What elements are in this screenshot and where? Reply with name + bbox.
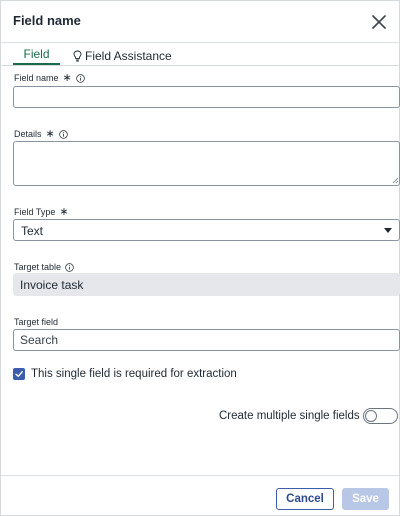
dialog-footer: Cancel Save (1, 475, 399, 516)
field-type-selected-value: Text (21, 224, 44, 238)
details-textarea[interactable] (13, 141, 400, 186)
info-icon[interactable] (76, 73, 85, 83)
field-type-label: Field Type (14, 207, 56, 217)
field-dialog: Field name Field Field Assistance Field … (0, 0, 400, 516)
caret-down-icon (384, 228, 392, 233)
save-button[interactable]: Save (342, 488, 389, 510)
tab-field-label: Field (23, 47, 50, 61)
info-icon[interactable] (65, 262, 74, 272)
details-label-row: Details ∗ (14, 127, 68, 140)
multiple-fields-toggle-label: Create multiple single fields (219, 410, 360, 422)
target-table-value: Invoice task (20, 278, 84, 292)
checkmark-icon (15, 371, 23, 377)
close-icon[interactable] (367, 10, 391, 34)
resize-handle-icon[interactable] (391, 176, 399, 184)
details-label: Details (14, 129, 42, 139)
info-icon[interactable] (59, 129, 68, 139)
required-asterisk-icon: ∗ (59, 205, 69, 218)
required-checkbox-row[interactable]: This single field is required for extrac… (13, 368, 237, 380)
multiple-fields-toggle[interactable] (363, 408, 398, 424)
field-type-select[interactable]: Text (13, 219, 400, 241)
toggle-knob (365, 410, 377, 422)
tab-bar: Field Field Assistance (1, 43, 399, 66)
target-field-search-input[interactable] (13, 329, 400, 351)
tab-field-assistance[interactable]: Field Assistance (73, 47, 172, 65)
tab-field-assistance-label: Field Assistance (85, 49, 172, 63)
target-field-label-row: Target field (14, 317, 58, 327)
field-name-label-row: Field name ∗ (14, 71, 85, 84)
cancel-button[interactable]: Cancel (276, 488, 334, 510)
required-checkbox-label: This single field is required for extrac… (31, 368, 237, 380)
target-field-label: Target field (14, 317, 59, 327)
required-asterisk-icon: ∗ (62, 71, 72, 84)
target-table-label-row: Target table (14, 262, 74, 272)
target-table-field: Invoice task (13, 273, 400, 296)
tab-field[interactable]: Field (13, 47, 60, 65)
field-name-input[interactable] (13, 86, 400, 108)
dialog-title: Field name (13, 13, 81, 28)
field-name-label: Field name (14, 73, 59, 83)
target-table-label: Target table (14, 262, 62, 272)
lightbulb-icon (73, 50, 82, 62)
dialog-header: Field name (1, 1, 399, 43)
field-type-label-row: Field Type ∗ (14, 205, 69, 218)
required-asterisk-icon: ∗ (45, 127, 55, 140)
required-checkbox[interactable] (13, 368, 25, 380)
